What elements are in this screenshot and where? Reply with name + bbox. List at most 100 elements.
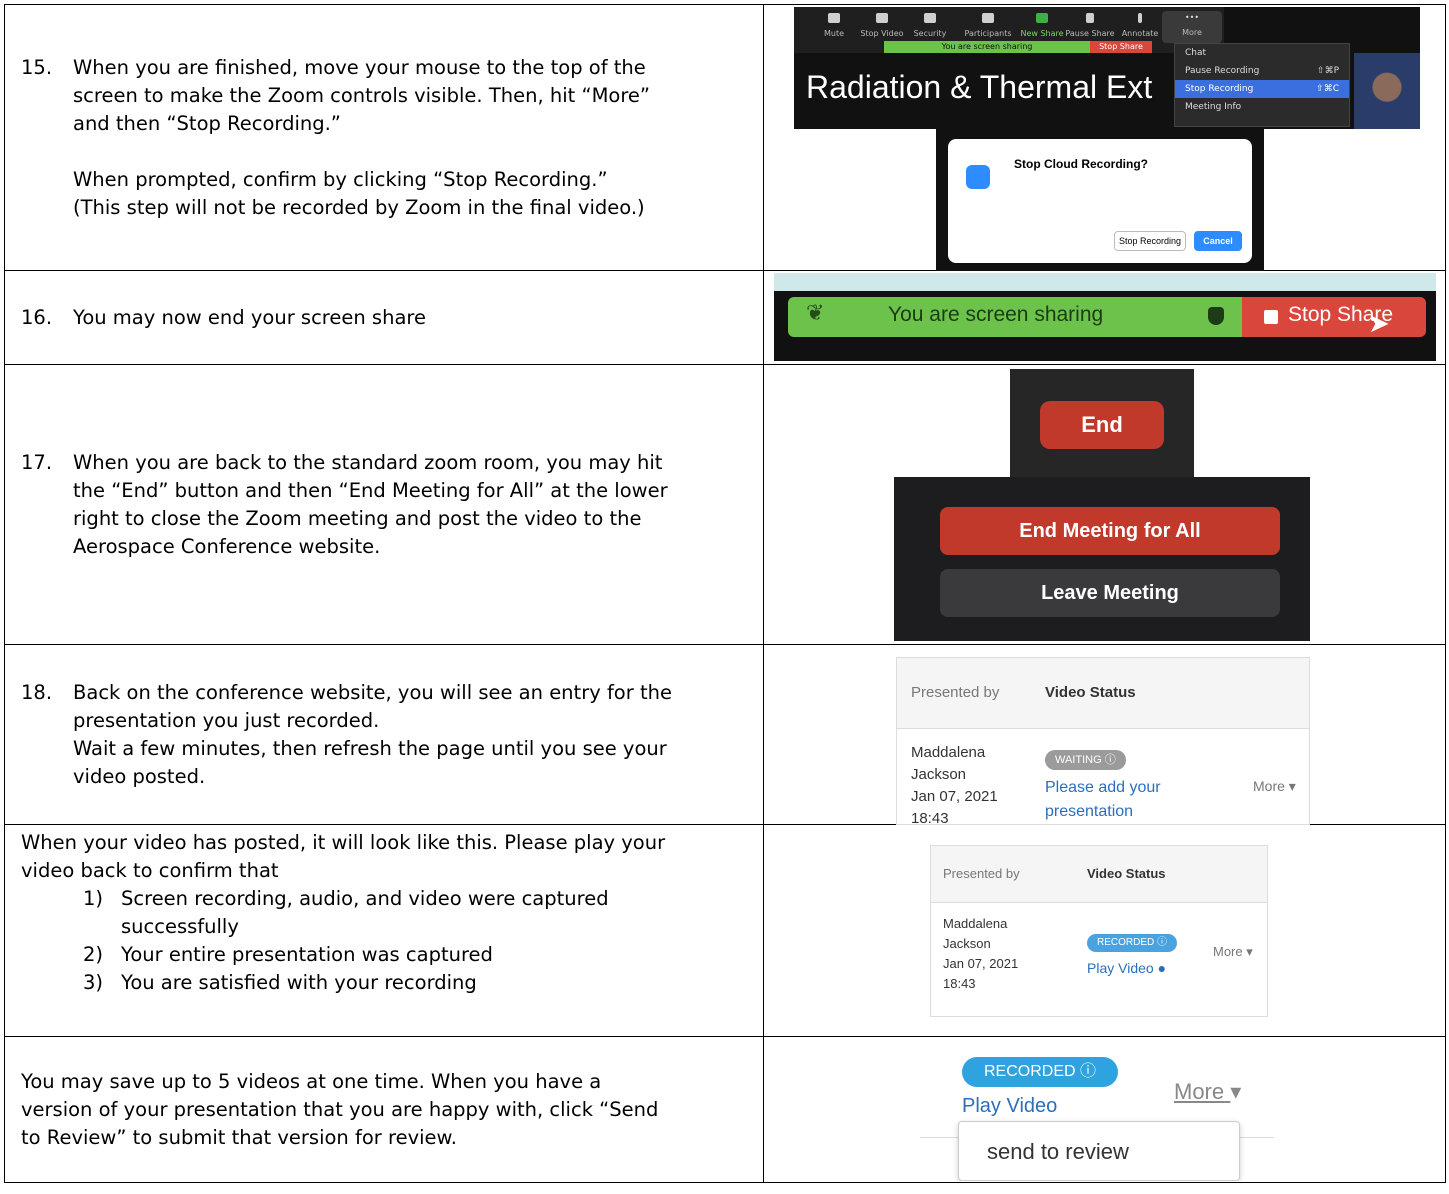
leaf-icon: ❦: [806, 301, 825, 326]
text-line: video back to confirm that: [21, 859, 279, 882]
play-video-link[interactable]: Play Video: [962, 1095, 1057, 1118]
play-circle-icon: ●: [1157, 960, 1167, 976]
checklist: 1) Screen recording, audio, and video wer…: [21, 885, 747, 997]
column-video-status: Video Status: [1087, 866, 1166, 881]
presenter-info: Maddalena Jackson Jan 07, 2021 18:43: [911, 744, 998, 827]
menu-item-chat[interactable]: Chat: [1175, 44, 1349, 62]
list-item: 3) You are satisfied with your recording: [82, 971, 477, 994]
zoom-camera-icon: [966, 165, 990, 189]
menu-item-pause-recording[interactable]: Pause Recording ⇧⌘P: [1175, 62, 1349, 80]
text-line: and then “Stop Recording.”: [73, 111, 341, 135]
list-item: 2) Your entire presentation was captured: [82, 943, 493, 966]
text-line: Aerospace Conference website.: [73, 534, 381, 558]
menu-item-stop-recording[interactable]: Stop Recording ⇧⌘C: [1175, 80, 1349, 98]
presenter-info: Maddalena Jackson Jan 07, 2021 18:43: [943, 916, 1019, 991]
status-badge-recorded: RECORDED ⓘ: [962, 1057, 1119, 1087]
shield-icon: [1208, 307, 1224, 325]
webcam-thumbnail: [1354, 53, 1420, 129]
stop-recording-confirm-button[interactable]: Stop Recording: [1114, 231, 1186, 251]
status-badge-waiting: WAITING ⓘ: [1045, 750, 1126, 770]
text-line: the “End” button and then “End Meeting f…: [73, 478, 668, 502]
dialog-title: Stop Cloud Recording?: [1014, 157, 1148, 171]
end-menu-screenshot: End Meeting for All Leave Meeting: [894, 477, 1310, 641]
microphone-icon: [828, 13, 840, 23]
step-16-text: 16. You may now end your screen share: [4, 270, 764, 365]
text-line: When your video has posted, it will look…: [21, 831, 666, 854]
video-status-table-recorded: Presented by Video Status Maddalena Jacks…: [930, 845, 1268, 1017]
zoom-toolbar-screenshot: Mute Stop Video Security Participants Ne…: [794, 7, 1420, 129]
list-item: 1) Screen recording, audio, and video wer…: [82, 887, 609, 938]
instructions-table: 15. When you are finished, move your mou…: [4, 4, 1446, 1183]
text-line: right to close the Zoom meeting and post…: [73, 506, 642, 530]
caret-down-icon: ▾: [1230, 1079, 1242, 1104]
camera-icon: [876, 13, 888, 23]
end-meeting-for-all-button[interactable]: End Meeting for All: [940, 507, 1280, 555]
text-line: version of your presentation that you ar…: [21, 1097, 659, 1121]
recorded-text: When your video has posted, it will look…: [4, 824, 764, 1037]
text-line: When you are finished, move your mouse t…: [73, 55, 646, 79]
review-screenshot: RECORDED ⓘ Play Video More ▾ send to rev…: [763, 1036, 1446, 1183]
play-video-link[interactable]: Play Video ●: [1087, 960, 1166, 976]
row-step-18: 18. Back on the conference website, you …: [4, 644, 1446, 827]
security-button[interactable]: Security: [900, 13, 960, 38]
step-15-screenshot: Mute Stop Video Security Participants Ne…: [763, 4, 1446, 271]
end-button-screenshot: End: [1010, 369, 1194, 477]
step-18-text: 18. Back on the conference website, you …: [4, 644, 764, 825]
step-15-text: 15. When you are finished, move your mou…: [4, 4, 764, 271]
recorded-screenshot: Presented by Video Status Maddalena Jacks…: [763, 824, 1446, 1037]
more-button[interactable]: ••• More: [1162, 11, 1222, 43]
pencil-icon: [1138, 13, 1142, 23]
row-recorded: When your video has posted, it will look…: [4, 824, 1446, 1037]
share-bar-screenshot: ❦ You are screen sharing Stop Share ➤: [774, 273, 1436, 361]
cancel-button[interactable]: Cancel: [1194, 231, 1242, 251]
text-line: When prompted, confirm by clicking “Stop…: [73, 167, 608, 191]
text-line: Wait a few minutes, then refresh the pag…: [73, 736, 667, 760]
pause-icon: [1086, 13, 1094, 23]
more-dropdown[interactable]: More ▾: [1253, 778, 1296, 795]
shield-icon: [924, 13, 936, 23]
slide-title: Radiation & Thermal Ext: [806, 69, 1153, 105]
stop-share-button[interactable]: Stop Share: [1242, 297, 1426, 337]
stop-recording-dialog-screenshot: Stop Cloud Recording? Stop Recording Can…: [936, 129, 1264, 271]
step-17-screenshot: End End Meeting for All Leave Meeting: [763, 364, 1446, 645]
more-menu: Chat Pause Recording ⇧⌘P Stop Recording ⇧⌘…: [1174, 43, 1350, 127]
sharing-indicator: ❦ You are screen sharing: [788, 297, 1242, 337]
row-step-16: 16. You may now end your screen share ❦ …: [4, 270, 1446, 365]
cursor-icon: ➤: [1368, 309, 1390, 339]
menu-item-meeting-info[interactable]: Meeting Info: [1175, 98, 1349, 116]
sharing-indicator: You are screen sharing: [884, 41, 1090, 53]
text-line: You may now end your screen share: [73, 305, 426, 329]
row-step-17: 17. When you are back to the standard zo…: [4, 364, 1446, 645]
video-status-table-waiting: Presented by Video Status Maddalena Jacks…: [896, 657, 1310, 827]
column-video-status: Video Status: [1045, 684, 1136, 701]
review-text: You may save up to 5 videos at one time.…: [4, 1036, 764, 1183]
text-line: You may save up to 5 videos at one time.…: [21, 1069, 602, 1093]
leave-meeting-button[interactable]: Leave Meeting: [940, 569, 1280, 617]
text-line: video posted.: [73, 764, 206, 788]
people-icon: [982, 13, 994, 23]
more-dropdown[interactable]: More ▾: [1213, 944, 1253, 960]
annotate-button[interactable]: Annotate: [1110, 13, 1170, 38]
text-line: (This step will not be recorded by Zoom …: [73, 195, 645, 219]
text-line: to Review” to submit that version for re…: [21, 1125, 457, 1149]
add-presentation-link[interactable]: Please add your presentation: [1045, 776, 1161, 824]
step-16-screenshot: ❦ You are screen sharing Stop Share ➤: [763, 270, 1446, 365]
send-to-review-menu-item[interactable]: send to review: [958, 1121, 1240, 1181]
text-line: presentation you just recorded.: [73, 708, 380, 732]
step-number: 15.: [21, 55, 53, 79]
column-presented-by: Presented by: [911, 684, 1000, 701]
more-dropdown[interactable]: More ▾: [1174, 1079, 1241, 1105]
end-button[interactable]: End: [1040, 401, 1164, 449]
share-icon: [1036, 13, 1048, 23]
stop-icon: [1264, 310, 1278, 324]
step-17-text: 17. When you are back to the standard zo…: [4, 364, 764, 645]
status-badge-recorded: RECORDED ⓘ: [1087, 934, 1178, 952]
ellipsis-icon: •••: [1184, 13, 1200, 22]
step-number: 18.: [21, 680, 53, 704]
stop-recording-dialog: Stop Cloud Recording? Stop Recording Can…: [948, 139, 1252, 263]
stop-share-button[interactable]: Stop Share: [1090, 41, 1152, 53]
step-number: 16.: [21, 305, 53, 329]
participants-button[interactable]: Participants: [958, 13, 1018, 38]
row-send-to-review: You may save up to 5 videos at one time.…: [4, 1036, 1446, 1183]
column-presented-by: Presented by: [943, 866, 1020, 881]
